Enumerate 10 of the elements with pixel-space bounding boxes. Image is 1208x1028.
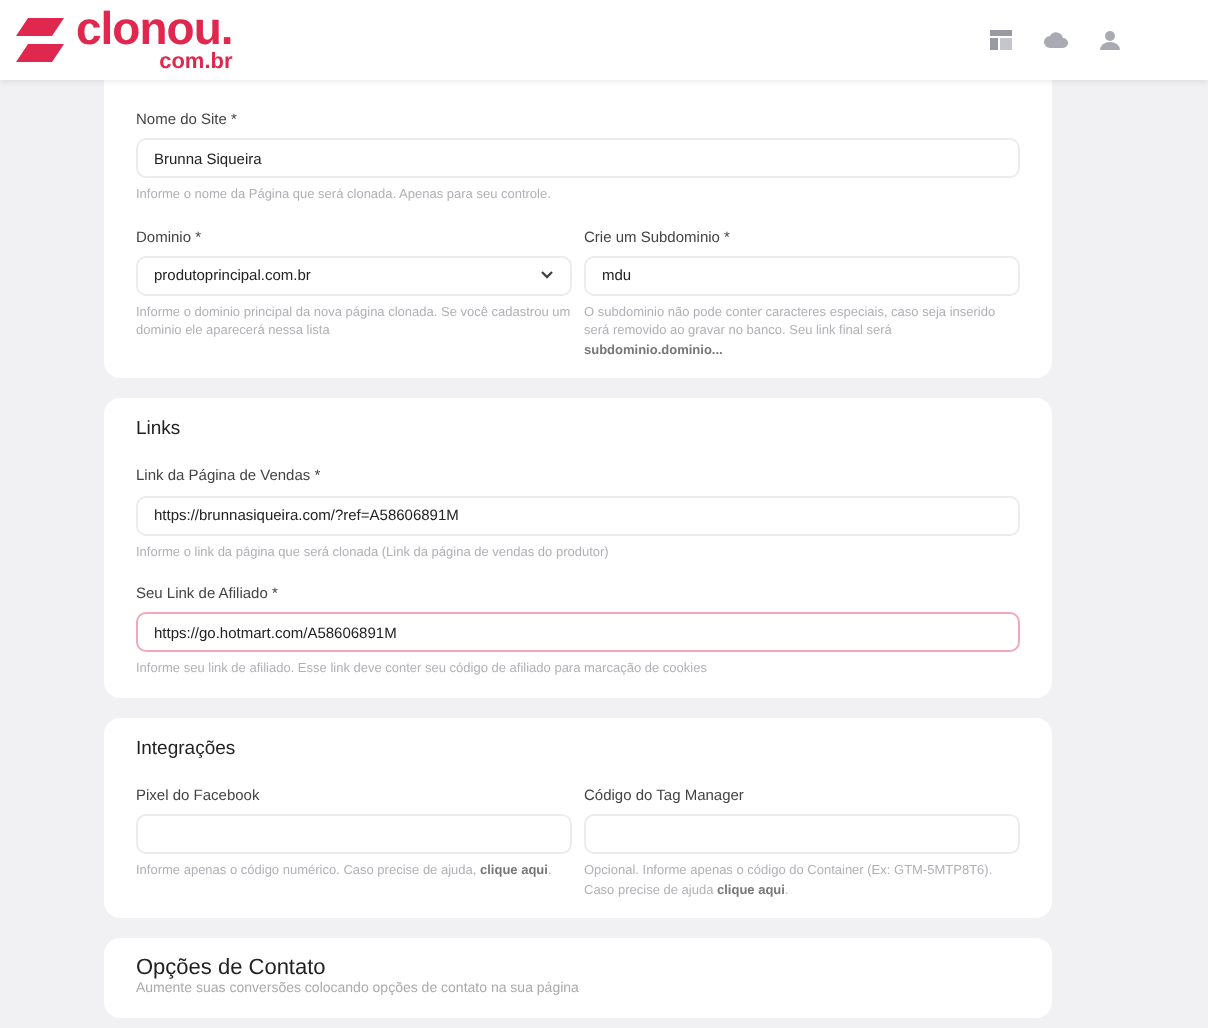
logo-text: clonou. xyxy=(76,6,233,52)
user-icon[interactable] xyxy=(1100,30,1120,50)
cloud-icon[interactable] xyxy=(1044,32,1068,48)
section-title: Opções de Contato xyxy=(136,956,328,981)
logo-subtext: com.br xyxy=(157,52,233,74)
section-title: Integrações xyxy=(136,735,238,764)
layout-icon[interactable] xyxy=(990,30,1012,50)
section-title: Links xyxy=(136,416,183,445)
logo-icon xyxy=(12,18,68,62)
caret-icon xyxy=(540,270,554,281)
